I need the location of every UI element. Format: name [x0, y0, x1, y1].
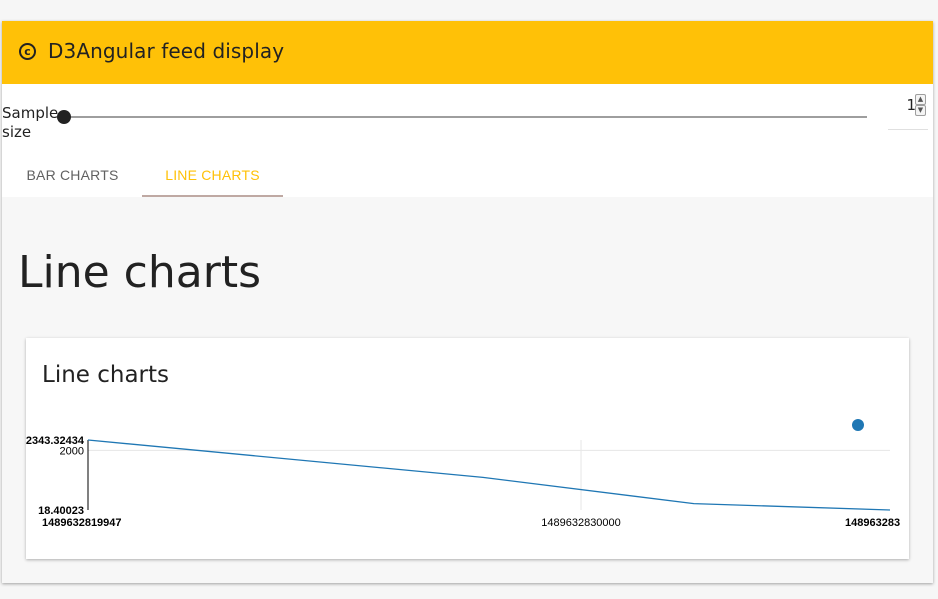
- chart-tabs: BAR CHARTS LINE CHARTS: [2, 154, 933, 197]
- sample-size-label: Sample size: [2, 104, 59, 141]
- copyright-icon: c: [19, 43, 36, 60]
- controls-panel: Sample size 1 ▲ ▼ BAR CHARTS LINE CHARTS: [2, 84, 933, 197]
- page-title: Line charts: [18, 247, 261, 298]
- app-frame: c D3Angular feed display Sample size 1 ▲…: [2, 21, 933, 583]
- chevron-down-icon[interactable]: ▼: [915, 105, 926, 116]
- tab-bar-charts[interactable]: BAR CHARTS: [2, 154, 143, 197]
- slider-thumb[interactable]: [57, 110, 71, 124]
- tab-line-charts[interactable]: LINE CHARTS: [142, 154, 283, 197]
- series-marker: [852, 419, 864, 431]
- app-title: D3Angular feed display: [48, 39, 285, 63]
- x-tick-label: 1489632830000: [541, 517, 621, 529]
- toolbar: c D3Angular feed display: [2, 21, 933, 84]
- x-tick-label: 1489632819947: [42, 517, 122, 529]
- line-chart: 2343.32434200018.400231489632819947 14896…: [26, 419, 900, 529]
- y-tick-label: 2000: [60, 445, 84, 457]
- chevron-up-icon[interactable]: ▲: [915, 94, 926, 105]
- x-tick-label: 148963283: [845, 517, 900, 529]
- y-tick-label: 18.40023: [38, 505, 84, 517]
- sample-size-slider[interactable]: [64, 116, 867, 118]
- line-chart-card: Line charts 2343.32434 2000 18.40023 148963…: [26, 338, 909, 559]
- sample-size-input[interactable]: 1 ▲ ▼: [888, 91, 928, 130]
